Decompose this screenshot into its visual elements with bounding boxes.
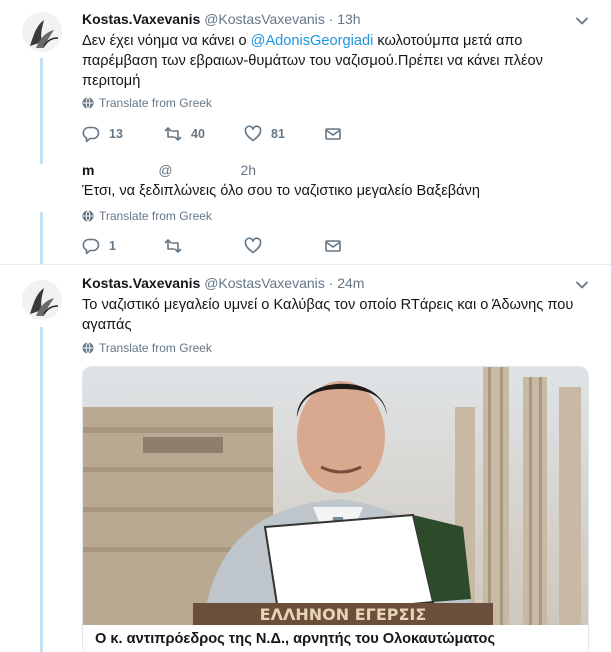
author-name[interactable]: Kostas.Vaxevanis bbox=[82, 11, 200, 27]
tweet-text: Δεν έχει νόημα να κάνει ο @AdonisGeorgia… bbox=[82, 31, 587, 91]
tweet-header: Kostas.Vaxevanis @KostasVaxevanis · 24m bbox=[82, 275, 364, 291]
thread-line bbox=[40, 58, 43, 162]
tweet-time[interactable]: 2h bbox=[240, 162, 256, 178]
like-button[interactable] bbox=[244, 237, 262, 255]
thread-line bbox=[40, 327, 43, 652]
link-card[interactable]: ΕΛΛΗΝΟΝ ΕΓΕΡΣΙΣ Ο κ. αντιπρόεδρος της Ν.… bbox=[82, 366, 589, 652]
globe-icon bbox=[82, 210, 94, 222]
tweet-text-start: Δεν έχει νόημα να κάνει ο bbox=[82, 33, 251, 49]
retweet-count: 40 bbox=[191, 127, 205, 141]
card-title[interactable]: Ο κ. αντιπρόεδρος της Ν.Δ., αρνητής του … bbox=[95, 631, 495, 647]
author-avatar[interactable] bbox=[22, 280, 62, 320]
tweet-time[interactable]: 24m bbox=[337, 275, 364, 291]
reply-count: 1 bbox=[109, 239, 116, 253]
chevron-down-icon[interactable] bbox=[575, 278, 589, 292]
tweet-actions: 13 40 81 bbox=[82, 125, 382, 145]
tweet-text: Το ναζιστικό μεγαλείο υμνεί ο Καλύβας το… bbox=[82, 297, 574, 333]
translate-link[interactable]: Translate from Greek bbox=[82, 341, 212, 355]
author-avatar[interactable] bbox=[22, 164, 62, 204]
reply-button[interactable]: 1 bbox=[82, 237, 116, 255]
globe-icon bbox=[82, 342, 94, 354]
redacted-handle bbox=[172, 163, 237, 175]
author-handle[interactable]: @KostasVaxevanis bbox=[204, 275, 325, 291]
reply-count: 13 bbox=[109, 127, 123, 141]
tweet-header: Kostas.Vaxevanis @KostasVaxevanis · 13h bbox=[82, 11, 361, 27]
avatar-image bbox=[22, 12, 62, 52]
retweet-icon bbox=[164, 239, 182, 253]
author-handle[interactable]: @ bbox=[158, 162, 172, 178]
tweet-actions: 1 bbox=[82, 237, 382, 257]
envelope-icon bbox=[325, 128, 341, 140]
author-name[interactable]: m bbox=[82, 162, 94, 178]
translate-label: Translate from Greek bbox=[99, 96, 212, 110]
retweet-icon bbox=[164, 127, 182, 141]
reply-button[interactable]: 13 bbox=[82, 125, 123, 143]
heart-icon bbox=[244, 237, 262, 254]
envelope-icon bbox=[325, 240, 341, 252]
author-avatar[interactable] bbox=[22, 12, 62, 52]
translate-label: Translate from Greek bbox=[99, 209, 212, 223]
author-name[interactable]: Kostas.Vaxevanis bbox=[82, 275, 200, 291]
separator: · bbox=[328, 11, 334, 27]
chevron-down-icon[interactable] bbox=[575, 14, 589, 28]
reply-icon bbox=[82, 238, 100, 255]
translate-link[interactable]: Translate from Greek bbox=[82, 96, 212, 110]
like-count: 81 bbox=[271, 127, 285, 141]
separator: · bbox=[328, 275, 334, 291]
retweet-button[interactable] bbox=[164, 237, 182, 255]
retweet-button[interactable]: 40 bbox=[164, 125, 205, 143]
tweet-time[interactable]: 13h bbox=[337, 11, 360, 27]
tweet-header: m @ 2h bbox=[82, 162, 256, 178]
translate-link[interactable]: Translate from Greek bbox=[82, 209, 212, 223]
tweet-2[interactable]: m @ 2h Έτσι, να ξεδιπλώνεις όλο σου το ν… bbox=[0, 160, 611, 264]
author-handle[interactable]: @KostasVaxevanis bbox=[204, 11, 325, 27]
redacted-name bbox=[94, 163, 155, 175]
heart-icon bbox=[244, 125, 262, 142]
avatar-image bbox=[22, 280, 62, 320]
translate-label: Translate from Greek bbox=[99, 341, 212, 355]
tweet-text: Έτσι, να ξεδιπλώνεις όλο σου το ναζιστικ… bbox=[82, 183, 480, 199]
globe-icon bbox=[82, 97, 94, 109]
dm-button[interactable] bbox=[324, 237, 342, 255]
dm-button[interactable] bbox=[324, 125, 342, 143]
card-banner-text: ΕΛΛΗΝΟΝ ΕΓΕΡΣΙΣ bbox=[260, 605, 427, 624]
tweet-1[interactable]: Kostas.Vaxevanis @KostasVaxevanis · 13h … bbox=[0, 0, 611, 162]
reply-icon bbox=[82, 126, 100, 143]
thread-line bbox=[40, 212, 43, 264]
card-image: ΕΛΛΗΝΟΝ ΕΓΕΡΣΙΣ bbox=[83, 367, 588, 625]
like-button[interactable]: 81 bbox=[244, 125, 285, 143]
mention-link[interactable]: @AdonisGeorgiadi bbox=[251, 33, 374, 49]
